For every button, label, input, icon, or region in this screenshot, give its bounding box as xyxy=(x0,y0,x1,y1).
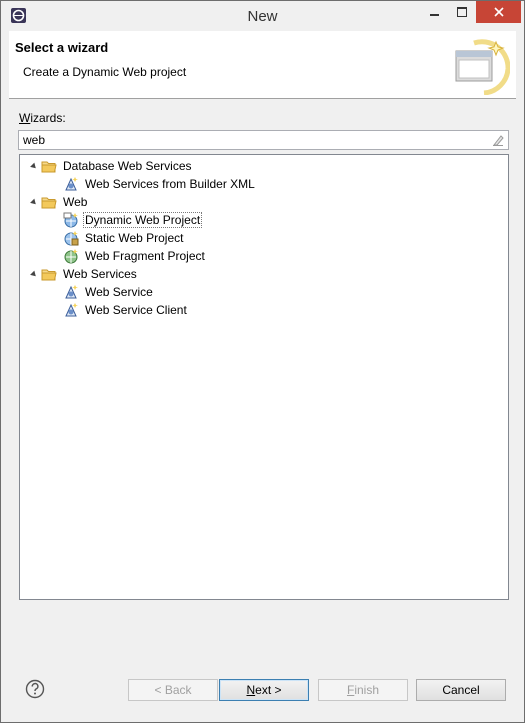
wizards-label-text: izards: xyxy=(30,111,66,125)
folder-icon xyxy=(40,194,58,210)
expand-arrow-icon[interactable] xyxy=(26,193,40,211)
wizard-ws-icon xyxy=(62,176,80,192)
tree-item-label: Web Services from Builder XML xyxy=(85,177,255,191)
help-icon[interactable] xyxy=(25,679,45,699)
tree-wizard-item[interactable]: Web Fragment Project xyxy=(62,247,207,265)
tree-item-label: Web Service xyxy=(85,285,153,299)
tree-category[interactable]: Web Services xyxy=(26,265,139,283)
finish-button-mnemonic: F xyxy=(346,683,355,697)
tree-category[interactable]: Web xyxy=(26,193,89,211)
tree-wizard-item[interactable]: Web Services from Builder XML xyxy=(62,175,257,193)
wizard-ws-icon xyxy=(62,284,80,300)
close-button[interactable] xyxy=(476,1,521,23)
cancel-button-label: Cancel xyxy=(442,683,480,697)
finish-button-label: inish xyxy=(354,683,380,697)
next-button-mnemonic: N xyxy=(246,683,256,697)
minimize-icon xyxy=(429,14,439,16)
back-button[interactable]: < Back xyxy=(128,679,218,701)
new-wizard-dialog: New Select a wizard Create a Dynamic Web… xyxy=(0,0,525,723)
tree-item-label: Dynamic Web Project xyxy=(83,212,203,228)
wizard-ws-icon xyxy=(62,302,80,318)
banner-title: Select a wizard xyxy=(15,40,109,55)
maximize-button[interactable] xyxy=(448,1,476,23)
tree-item-label: Web Fragment Project xyxy=(85,249,205,263)
tree-wizard-item[interactable]: Static Web Project xyxy=(62,229,185,247)
folder-icon xyxy=(40,266,58,282)
back-button-label: < Back xyxy=(154,683,192,697)
wizards-label-mnemonic: W xyxy=(19,111,31,125)
wizard-fragment-icon xyxy=(62,248,80,264)
clear-filter-icon[interactable] xyxy=(491,133,505,147)
next-button[interactable]: Next > xyxy=(219,679,309,701)
wizard-banner-icon xyxy=(455,39,510,95)
wizard-static-icon xyxy=(62,230,80,246)
folder-icon xyxy=(40,158,58,174)
wizard-filter-input[interactable]: web xyxy=(18,130,509,150)
banner-description: Create a Dynamic Web project xyxy=(23,65,187,79)
wizard-banner: Select a wizard Create a Dynamic Web pro… xyxy=(9,31,516,99)
tree-item-label: Database Web Services xyxy=(63,159,192,173)
wizards-label: Wizards: xyxy=(19,111,66,125)
filter-value: web xyxy=(23,133,46,147)
minimize-button[interactable] xyxy=(420,1,448,23)
expand-arrow-icon[interactable] xyxy=(26,157,40,175)
maximize-icon xyxy=(457,7,467,17)
tree-wizard-item[interactable]: Web Service Client xyxy=(62,301,189,319)
tree-item-label: Web Services xyxy=(63,267,137,281)
tree-item-label: Web Service Client xyxy=(85,303,187,317)
tree-wizard-item[interactable]: Web Service xyxy=(62,283,155,301)
next-button-label: ext > xyxy=(255,683,282,697)
tree-item-label: Web xyxy=(63,195,88,209)
wizard-tree[interactable]: Database Web Services Web Services from B… xyxy=(19,154,509,600)
title-bar: New xyxy=(1,1,524,31)
wizard-dynamic-icon xyxy=(62,212,80,228)
tree-category[interactable]: Database Web Services xyxy=(26,157,194,175)
cancel-button[interactable]: Cancel xyxy=(416,679,506,701)
finish-button[interactable]: Finish xyxy=(318,679,408,701)
tree-wizard-item[interactable]: Dynamic Web Project xyxy=(62,211,203,229)
close-icon xyxy=(493,7,504,17)
expand-arrow-icon[interactable] xyxy=(26,265,40,283)
tree-item-label: Static Web Project xyxy=(85,231,184,245)
